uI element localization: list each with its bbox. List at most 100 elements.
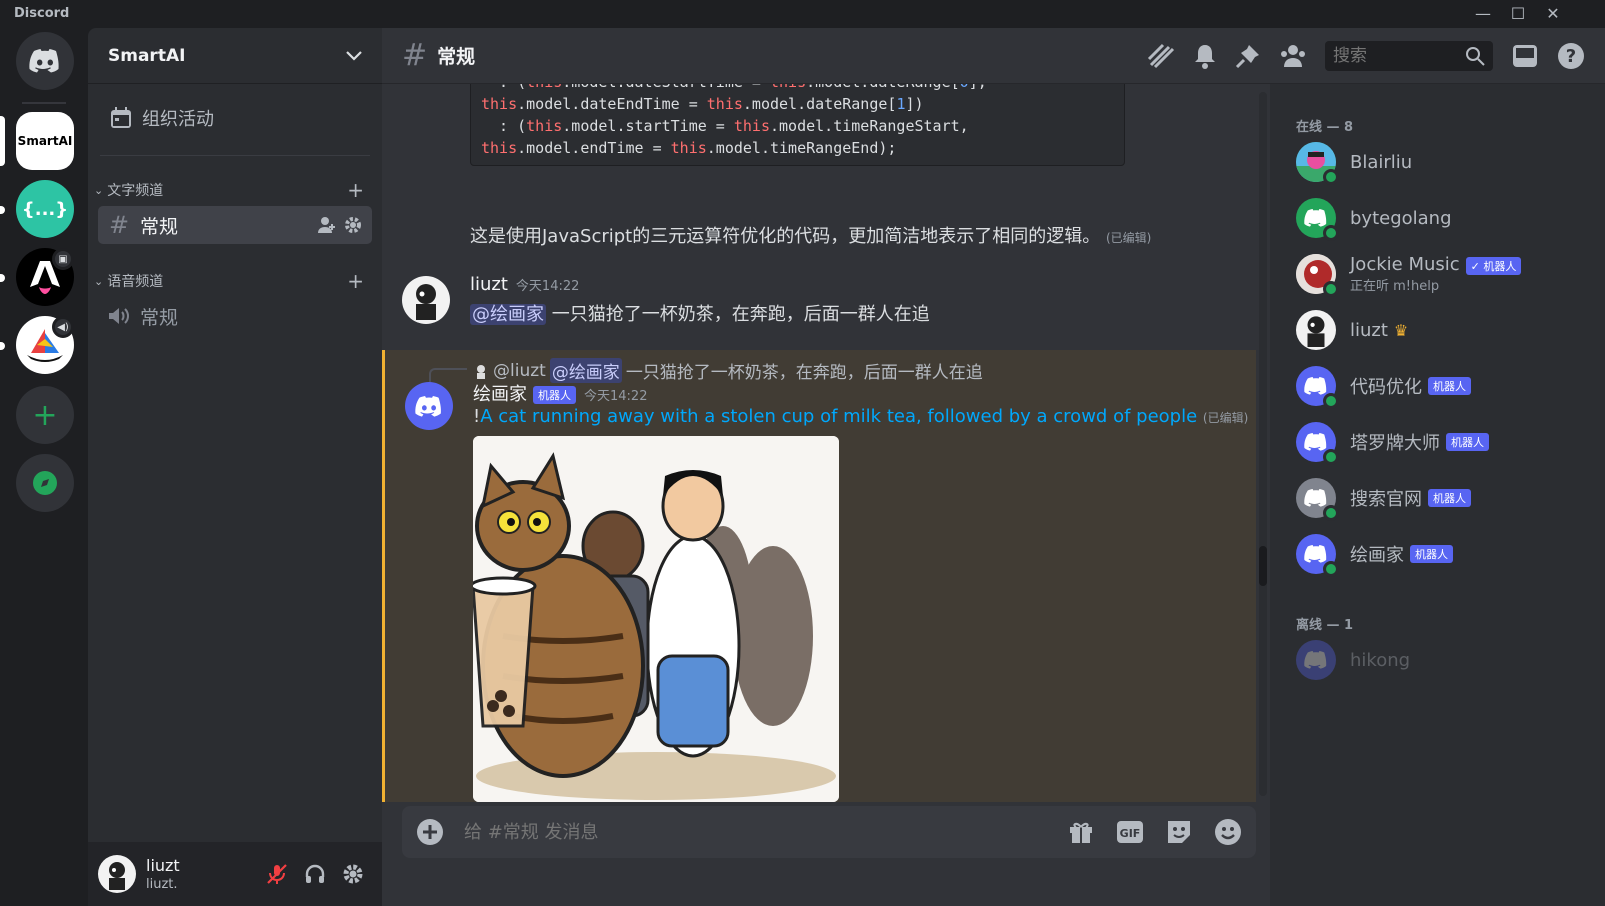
category-label: 语音频道 [107,274,164,290]
online-group-label: 在线 — 8 [1296,120,1354,135]
category-voice-channels[interactable]: ⌄ 语音频道 + [94,269,364,293]
member-code-optimize[interactable]: 代码优化 机器人 [1286,362,1586,410]
code-line: this.model.dateEndTime = this.model.date… [481,95,924,113]
online-status-icon [1323,393,1339,409]
help-icon[interactable]: ? [1557,42,1585,70]
channel-sidebar: SmartAI 组织活动 ⌄ 文字频道 + # 常规 ⌄ 语音频道 + 常规 l… [88,28,382,906]
category-label: 文字频道 [107,183,164,199]
search-box[interactable] [1325,41,1493,71]
guild-header[interactable]: SmartAI [88,28,382,84]
explore-servers-button[interactable] [16,454,74,512]
discord-logo-icon [29,49,59,73]
generated-image[interactable] [473,436,839,802]
reply-avatar-icon [477,364,485,379]
inbox-icon[interactable] [1511,43,1539,69]
avatar [1296,198,1339,241]
avatar[interactable] [98,855,136,893]
create-voice-channel-icon[interactable]: + [347,269,364,293]
gear-icon[interactable] [344,216,362,234]
avatar[interactable] [405,382,453,430]
sticker-icon[interactable] [1166,819,1192,845]
member-blairliu[interactable]: Blairliu [1286,138,1586,186]
active-server-pill [0,116,5,166]
edited-label: (已编辑) [1105,231,1152,245]
prompt-link[interactable]: A cat running away with a stolen cup of … [480,406,1197,427]
gif-icon[interactable]: GIF [1116,820,1144,844]
member-name: Blairliu [1350,151,1413,173]
member-name: Jockie Music [1350,254,1460,275]
channel-text-general[interactable]: # 常规 [98,206,372,244]
message-input[interactable] [464,821,1068,843]
member-bytegolang[interactable]: bytegolang [1286,194,1586,242]
owner-crown-icon: ♛ [1393,320,1409,340]
scrollbar-track[interactable] [1259,92,1267,796]
author-name[interactable]: 绘画家 [473,384,527,405]
user-avatar-icon [109,862,125,890]
rail-divider [22,102,66,104]
invite-user-icon[interactable] [318,216,336,234]
code-line: this.model.endTime = this.model.timeRang… [481,139,897,157]
avatar [1296,142,1339,185]
member-jockie-music[interactable]: Jockie Music ✓ 机器人 正在听 m!help [1286,250,1586,298]
create-text-channel-icon[interactable]: + [347,178,364,202]
guild-name: SmartAI [108,45,186,66]
mention[interactable]: @绘画家 [470,304,546,325]
avatar [1296,640,1336,680]
member-list-icon[interactable] [1279,43,1307,69]
message-content: 这是使用JavaScript的三元运算符优化的代码，更加简洁地表示了相同的逻辑。… [470,222,1151,248]
events-button[interactable]: 组织活动 [100,96,370,140]
avatar [1296,310,1336,350]
maximize-button[interactable]: ☐ [1500,2,1536,26]
home-button[interactable] [16,32,74,90]
member-activity: 正在听 m!help [1350,279,1440,294]
add-attachment-icon[interactable] [416,818,444,846]
message-bot-reply: @liuzt @绘画家 一只猫抢了一杯奶茶，在奔跑，后面一群人在追 绘画家 机器人… [382,350,1256,802]
bell-icon[interactable] [1193,43,1217,69]
bot-badge: 机器人 [1428,489,1471,507]
pin-icon[interactable] [1235,43,1261,69]
member-name: liuzt [1350,319,1388,341]
member-liuzt[interactable]: liuzt ♛ [1286,306,1586,354]
braces-icon: {...} [21,198,69,220]
user-name: liuzt [146,856,180,875]
member-hikong[interactable]: hikong [1286,636,1586,684]
unread-pill [0,342,5,350]
online-status-icon [1323,169,1339,185]
avatar [1296,534,1339,577]
server-code[interactable]: {...} [16,180,74,238]
emoji-icon[interactable] [1214,818,1242,846]
smartai-logo-icon: SmartAI [17,134,73,148]
svg-text:?: ? [1566,46,1576,67]
bot-badge: 机器人 [533,386,576,404]
calendar-icon [111,107,131,128]
deafen-button[interactable] [296,855,334,893]
member-search-official[interactable]: 搜索官网 机器人 [1286,474,1586,522]
channel-voice-general[interactable]: 常规 [98,297,372,335]
message-body: 一只猫抢了一杯奶茶，在奔跑，后面一群人在追 [546,304,930,325]
reply-text: 一只猫抢了一杯奶茶，在奔跑，后面一群人在追 [625,363,983,383]
threads-icon[interactable] [1147,43,1175,69]
chevron-down-small-icon: ⌄ [94,183,104,197]
server-smartai[interactable]: SmartAI [16,112,74,170]
search-input[interactable] [1333,46,1465,66]
member-tarot-master[interactable]: 塔罗牌大师 机器人 [1286,418,1586,466]
user-settings-button[interactable] [334,855,372,893]
add-server-button[interactable]: + [16,386,74,444]
category-text-channels[interactable]: ⌄ 文字频道 + [94,178,364,202]
hash-icon: # [108,211,130,239]
author-name[interactable]: liuzt [470,274,508,295]
timestamp: 今天14:22 [584,389,648,404]
online-status-icon [1323,225,1339,241]
discord-logo-icon [1304,545,1327,563]
member-painter[interactable]: 绘画家 机器人 [1286,530,1586,578]
member-name: 代码优化 [1350,377,1422,398]
minimize-button[interactable]: — [1465,2,1501,26]
gift-icon[interactable] [1068,819,1094,845]
discord-logo-icon [1304,377,1327,395]
scrollbar-thumb[interactable] [1259,546,1267,586]
mute-button[interactable] [258,855,296,893]
chevron-down-icon [346,50,362,61]
event-badge-icon: ▣ [52,248,74,270]
close-button[interactable]: ✕ [1535,2,1571,26]
avatar[interactable] [402,276,450,324]
